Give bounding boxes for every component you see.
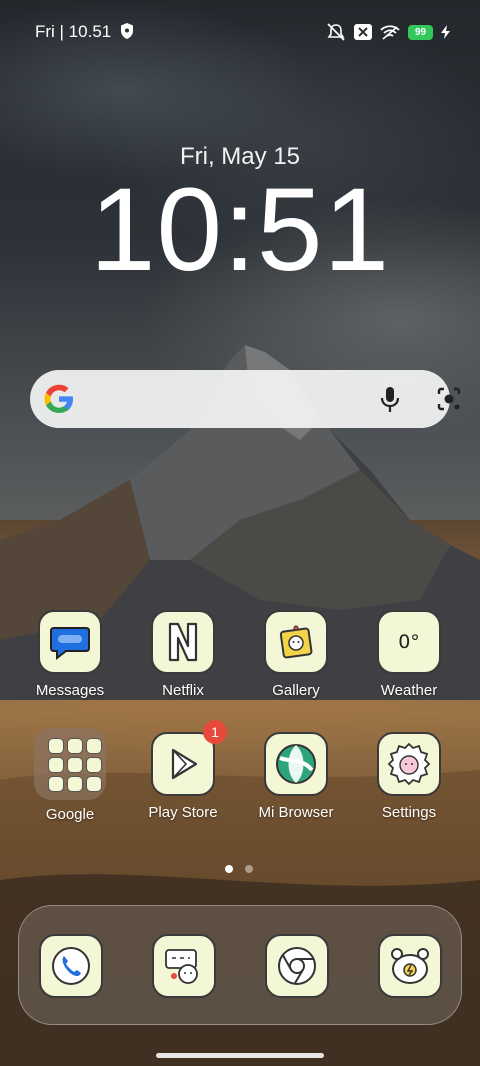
app-label: Gallery [272, 682, 320, 699]
page-indicator [225, 865, 253, 873]
microphone-icon[interactable] [379, 386, 401, 414]
netflix-icon [151, 610, 215, 674]
app-settings[interactable]: Settings [354, 732, 464, 821]
app-netflix[interactable]: Netflix [128, 610, 238, 699]
mute-icon [327, 23, 345, 41]
status-time: Fri | 10.51 [35, 22, 112, 41]
play-store-icon: 1 [151, 720, 227, 796]
battery-icon: 99 [408, 24, 433, 40]
home-gesture-bar[interactable] [156, 1053, 324, 1058]
wifi-icon [380, 25, 400, 40]
app-gallery[interactable]: Gallery [241, 610, 351, 699]
app-messages[interactable]: Messages [15, 610, 125, 699]
app-play-store[interactable]: 1 Play Store [128, 720, 238, 821]
mi-browser-icon [264, 732, 328, 796]
phone-icon[interactable] [39, 934, 103, 998]
chrome-icon[interactable] [265, 934, 329, 998]
app-label: Netflix [162, 682, 204, 699]
app-label: Google [45, 806, 95, 823]
app-label: Settings [381, 804, 437, 821]
weather-icon: 0° [377, 610, 441, 674]
google-search-bar[interactable] [30, 370, 461, 428]
dock [18, 905, 462, 1025]
battery-level: 99 [414, 26, 427, 38]
app-weather[interactable]: 0° Weather [354, 610, 464, 699]
app-label: Play Store [148, 804, 218, 821]
messages-icon [38, 610, 102, 674]
shield-icon [121, 23, 133, 39]
folder-icon [34, 728, 106, 800]
app-mi-browser[interactable]: Mi Browser [241, 732, 351, 821]
gallery-icon [264, 610, 328, 674]
folder-google[interactable]: Google [15, 728, 125, 823]
weather-temperature: 0° [398, 631, 420, 653]
close-box-icon [354, 24, 372, 40]
settings-icon [377, 732, 441, 796]
app-label: Mi Browser [258, 804, 334, 821]
status-bar: Fri | 10.51 99 [0, 0, 480, 62]
page-dot-active [225, 865, 233, 873]
lens-camera-icon[interactable] [436, 386, 462, 412]
lockscreen-clock[interactable]: 10:51 [0, 170, 480, 290]
contacts-icon[interactable] [152, 934, 216, 998]
charging-icon [441, 25, 450, 39]
page-dot [245, 865, 253, 873]
app-label: Weather [380, 682, 438, 699]
themes-icon[interactable] [378, 934, 442, 998]
google-logo-icon [44, 384, 73, 413]
app-label: Messages [35, 682, 105, 699]
notification-badge: 1 [203, 720, 227, 744]
